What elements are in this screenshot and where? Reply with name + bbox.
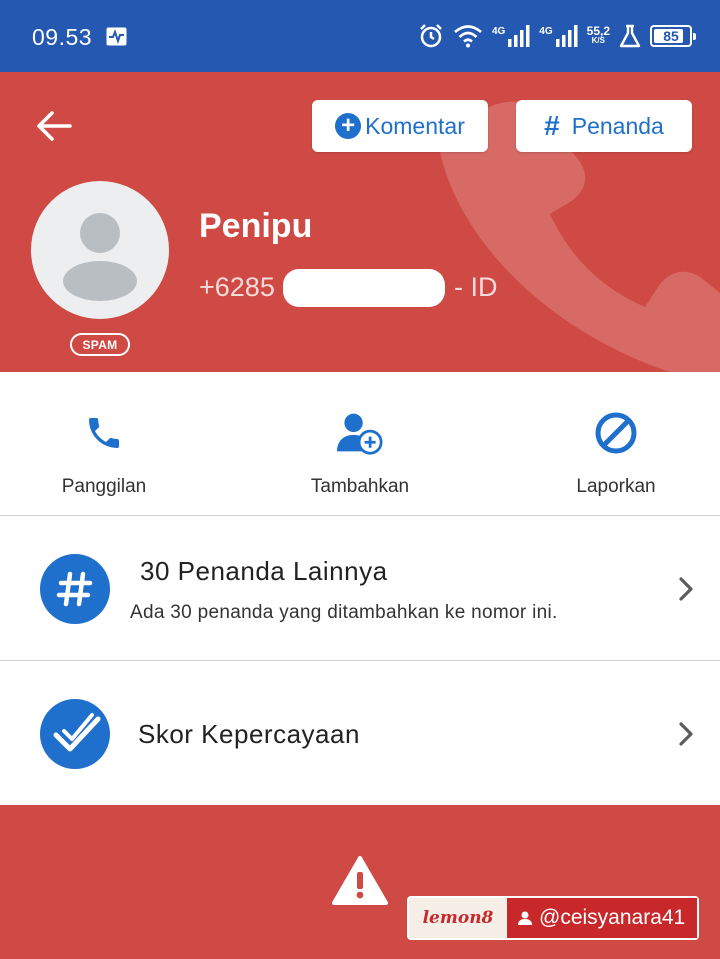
watermark-handle-box: @ceisyanara41 — [507, 898, 697, 938]
chevron-right-icon — [679, 577, 693, 601]
add-label: Tambahkan — [310, 476, 410, 497]
spam-badge: SPAM — [70, 333, 130, 356]
checkmark-icon — [40, 699, 110, 769]
lemon8-logo: lemon8 — [422, 908, 494, 928]
report-action[interactable]: Laporkan — [546, 372, 686, 516]
tags-subtitle: Ada 30 penanda yang ditambahkan ke nomor… — [130, 602, 558, 623]
watermark-handle: @ceisyanara41 — [539, 906, 686, 929]
signal-2: 4G — [539, 25, 578, 47]
user-icon — [518, 911, 532, 925]
signal-1: 4G — [492, 25, 530, 47]
hash-icon — [40, 554, 110, 624]
network-type-2: 4G — [539, 26, 553, 37]
flask-icon — [619, 24, 641, 48]
country-code: - ID — [454, 272, 498, 302]
add-comment-icon: + — [335, 113, 362, 139]
tags-title: 30 Penanda Lainnya — [140, 556, 388, 586]
penanda-label: Penanda — [571, 112, 664, 139]
call-action[interactable]: Panggilan — [34, 372, 174, 516]
lemon8-watermark: lemon8 @ceisyanara41 — [407, 896, 699, 940]
person-placeholder-icon — [63, 213, 137, 301]
komentar-label: Komentar — [365, 112, 465, 139]
add-contact-icon — [337, 413, 383, 455]
alarm-icon — [420, 24, 442, 48]
signal-bars-icon — [555, 25, 578, 47]
action-bar: Panggilan Tambahkan Laporkan — [0, 372, 720, 516]
activity-monitor-icon — [106, 27, 127, 46]
warning-footer: lemon8 @ceisyanara41 — [0, 805, 720, 959]
back-arrow-icon[interactable] — [34, 108, 74, 144]
wifi-icon — [454, 25, 482, 48]
add-contact-icon-wrap — [337, 410, 383, 456]
double-check-glyph — [53, 713, 101, 752]
battery-percent: 85 — [663, 28, 679, 44]
caller-header: + Komentar # Penanda SPAM Penipu +6285 -… — [0, 72, 720, 372]
komentar-button[interactable]: + Komentar — [312, 100, 488, 152]
status-icons: 4G 4G 55,2 K/S 85 — [418, 22, 696, 50]
speed-value: 55,2 — [586, 24, 610, 38]
trust-title: Skor Kepercayaan — [138, 719, 360, 749]
contact-name: Penipu — [199, 207, 313, 245]
contact-number: +6285 — [199, 272, 275, 302]
avatar — [31, 181, 169, 319]
call-label: Panggilan — [61, 476, 147, 497]
status-bar: 09.53 4G 4G 55,2 K/S 85 — [0, 0, 720, 72]
hash-icon: # — [544, 110, 560, 141]
status-time: 09.53 — [32, 24, 93, 50]
chevron-right-icon — [679, 722, 693, 746]
penanda-button[interactable]: # Penanda — [516, 100, 692, 152]
phone-icon — [89, 418, 119, 448]
block-icon-wrap — [593, 410, 639, 456]
speed-unit: K/S — [591, 36, 605, 45]
trust-score-row[interactable]: Skor Kepercayaan — [0, 661, 720, 805]
phone-icon-wrap — [81, 410, 127, 456]
block-icon — [595, 412, 637, 454]
signal-bars-icon — [508, 25, 530, 47]
report-label: Laporkan — [576, 476, 656, 497]
network-speed: 55,2 K/S — [586, 24, 610, 46]
redaction-mark — [283, 269, 445, 307]
hash-glyph — [56, 571, 93, 607]
battery-indicator: 85 — [650, 25, 696, 47]
other-tags-row[interactable]: 30 Penanda Lainnya Ada 30 penanda yang d… — [0, 516, 720, 661]
battery-cap — [693, 33, 696, 40]
add-contact-action[interactable]: Tambahkan — [290, 372, 430, 516]
network-type-1: 4G — [491, 26, 506, 37]
warning-icon — [332, 856, 388, 905]
